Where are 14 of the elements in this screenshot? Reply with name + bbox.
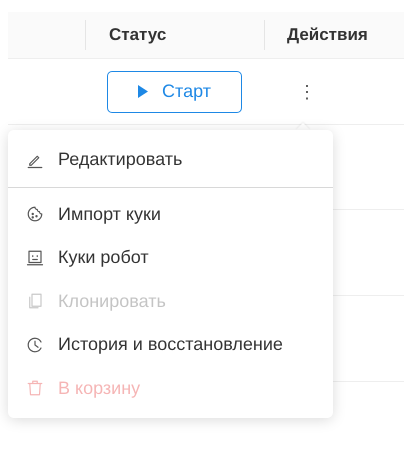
menu-item[interactable]: Импорт куки xyxy=(8,192,333,236)
cookie-icon xyxy=(26,205,44,224)
column-header: Статус xyxy=(109,24,166,46)
trash-icon xyxy=(26,379,44,398)
menu-item[interactable]: Редактировать xyxy=(8,138,333,182)
start-button[interactable]: Старт xyxy=(107,70,242,112)
menu-item[interactable]: История и восстановление xyxy=(8,323,333,366)
play-icon xyxy=(138,85,148,98)
column-header: Действия xyxy=(287,24,368,46)
more-icon[interactable]: ⋮ xyxy=(298,82,316,100)
menu-item[interactable]: Куки робот xyxy=(8,236,333,280)
copy-icon xyxy=(26,292,44,310)
clock-icon xyxy=(26,336,44,354)
robot-icon xyxy=(26,248,44,267)
